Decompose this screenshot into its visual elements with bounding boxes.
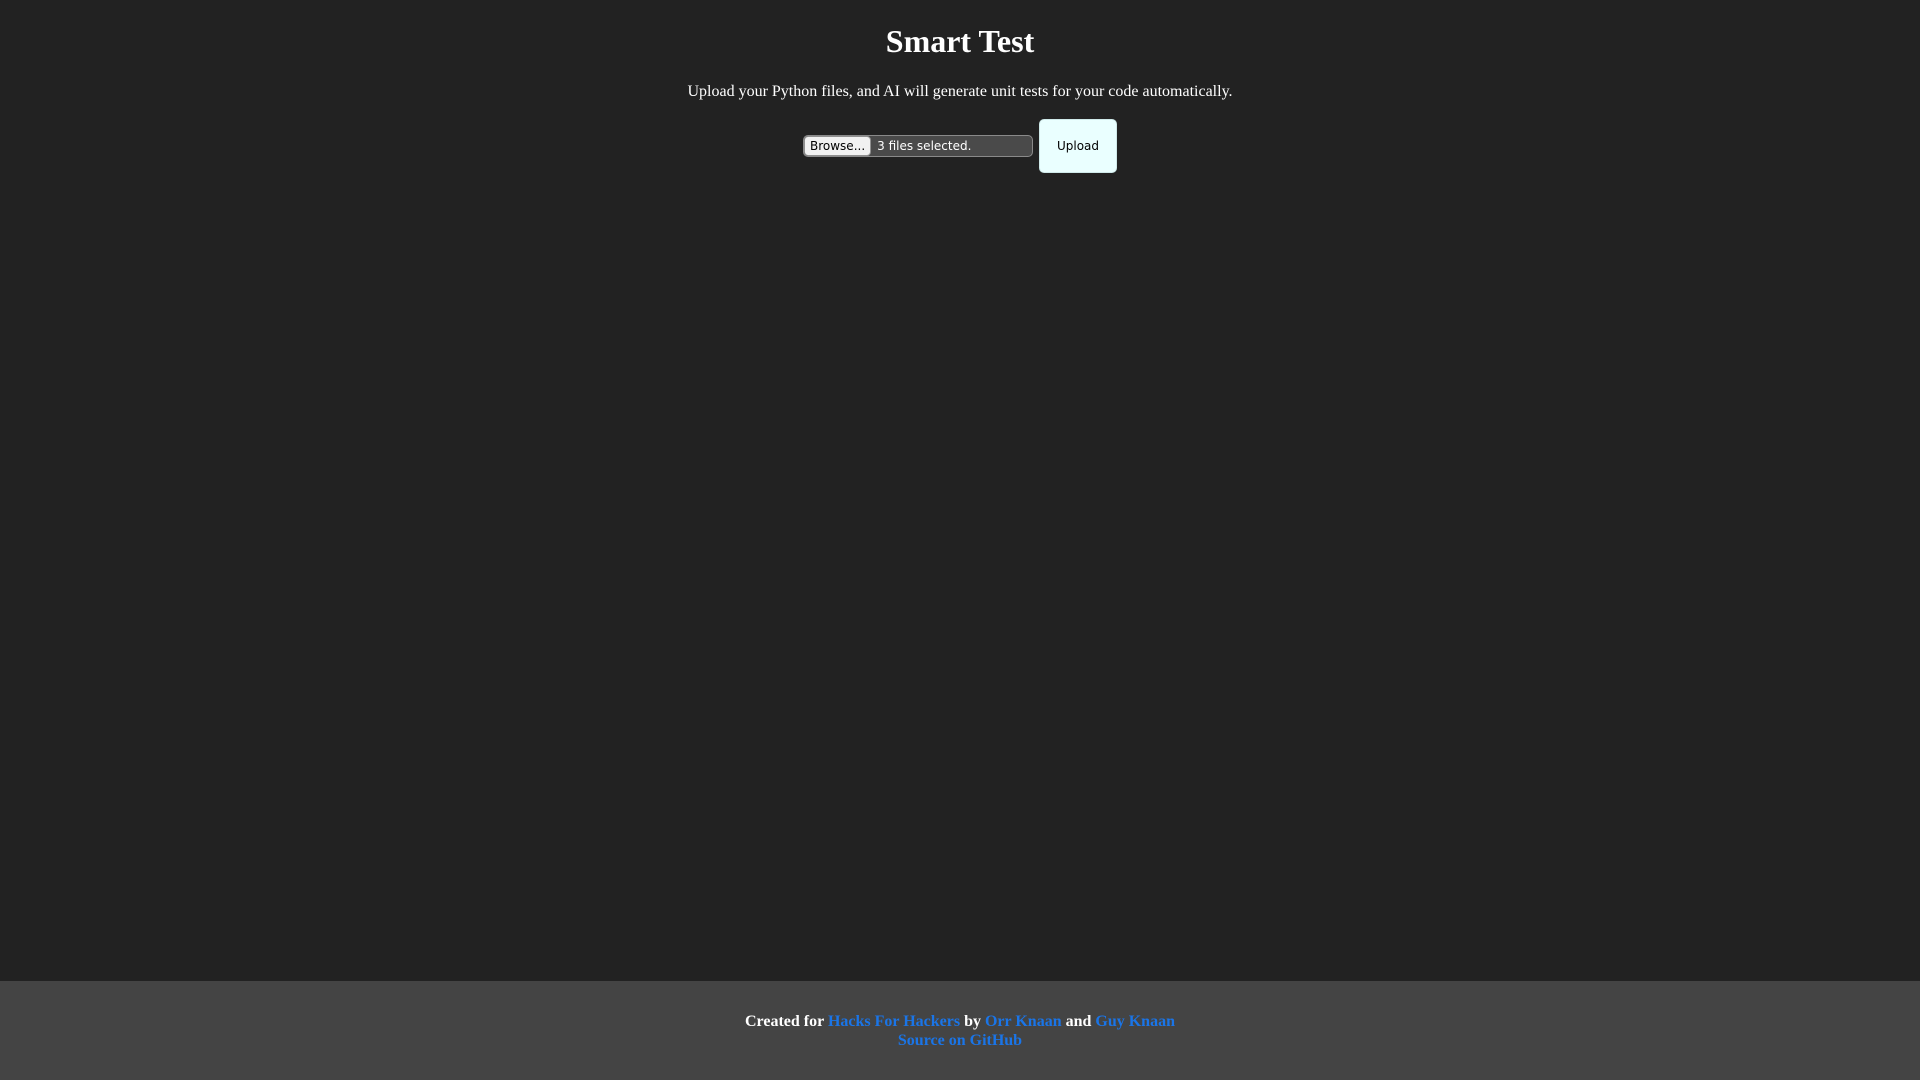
footer-source: Source on GitHub: [0, 1031, 1920, 1050]
main-content: Smart Test Upload your Python files, and…: [0, 0, 1920, 173]
hackathon-link[interactable]: Hacks For Hackers: [828, 1013, 960, 1030]
page-subtitle: Upload your Python files, and AI will ge…: [687, 83, 1233, 100]
page-title: Smart Test: [885, 23, 1035, 59]
author-guy-link[interactable]: Guy Knaan: [1095, 1013, 1175, 1030]
author-orr-link[interactable]: Orr Knaan: [985, 1013, 1062, 1030]
upload-form: Browse... 3 files selected. Upload: [0, 119, 1920, 173]
footer-by-text: by: [964, 1013, 981, 1030]
file-input[interactable]: Browse... 3 files selected.: [803, 135, 1033, 157]
browse-button[interactable]: Browse...: [804, 136, 872, 156]
footer-credits: Created for Hacks For Hackers by Orr Kna…: [0, 1012, 1920, 1031]
github-source-link[interactable]: Source on GitHub: [898, 1032, 1022, 1049]
footer-created-for-text: Created for: [745, 1013, 824, 1030]
footer: Created for Hacks For Hackers by Orr Kna…: [0, 981, 1920, 1080]
footer-and-text: and: [1065, 1013, 1092, 1030]
file-selection-status: 3 files selected.: [877, 139, 972, 153]
upload-button[interactable]: Upload: [1039, 119, 1117, 173]
